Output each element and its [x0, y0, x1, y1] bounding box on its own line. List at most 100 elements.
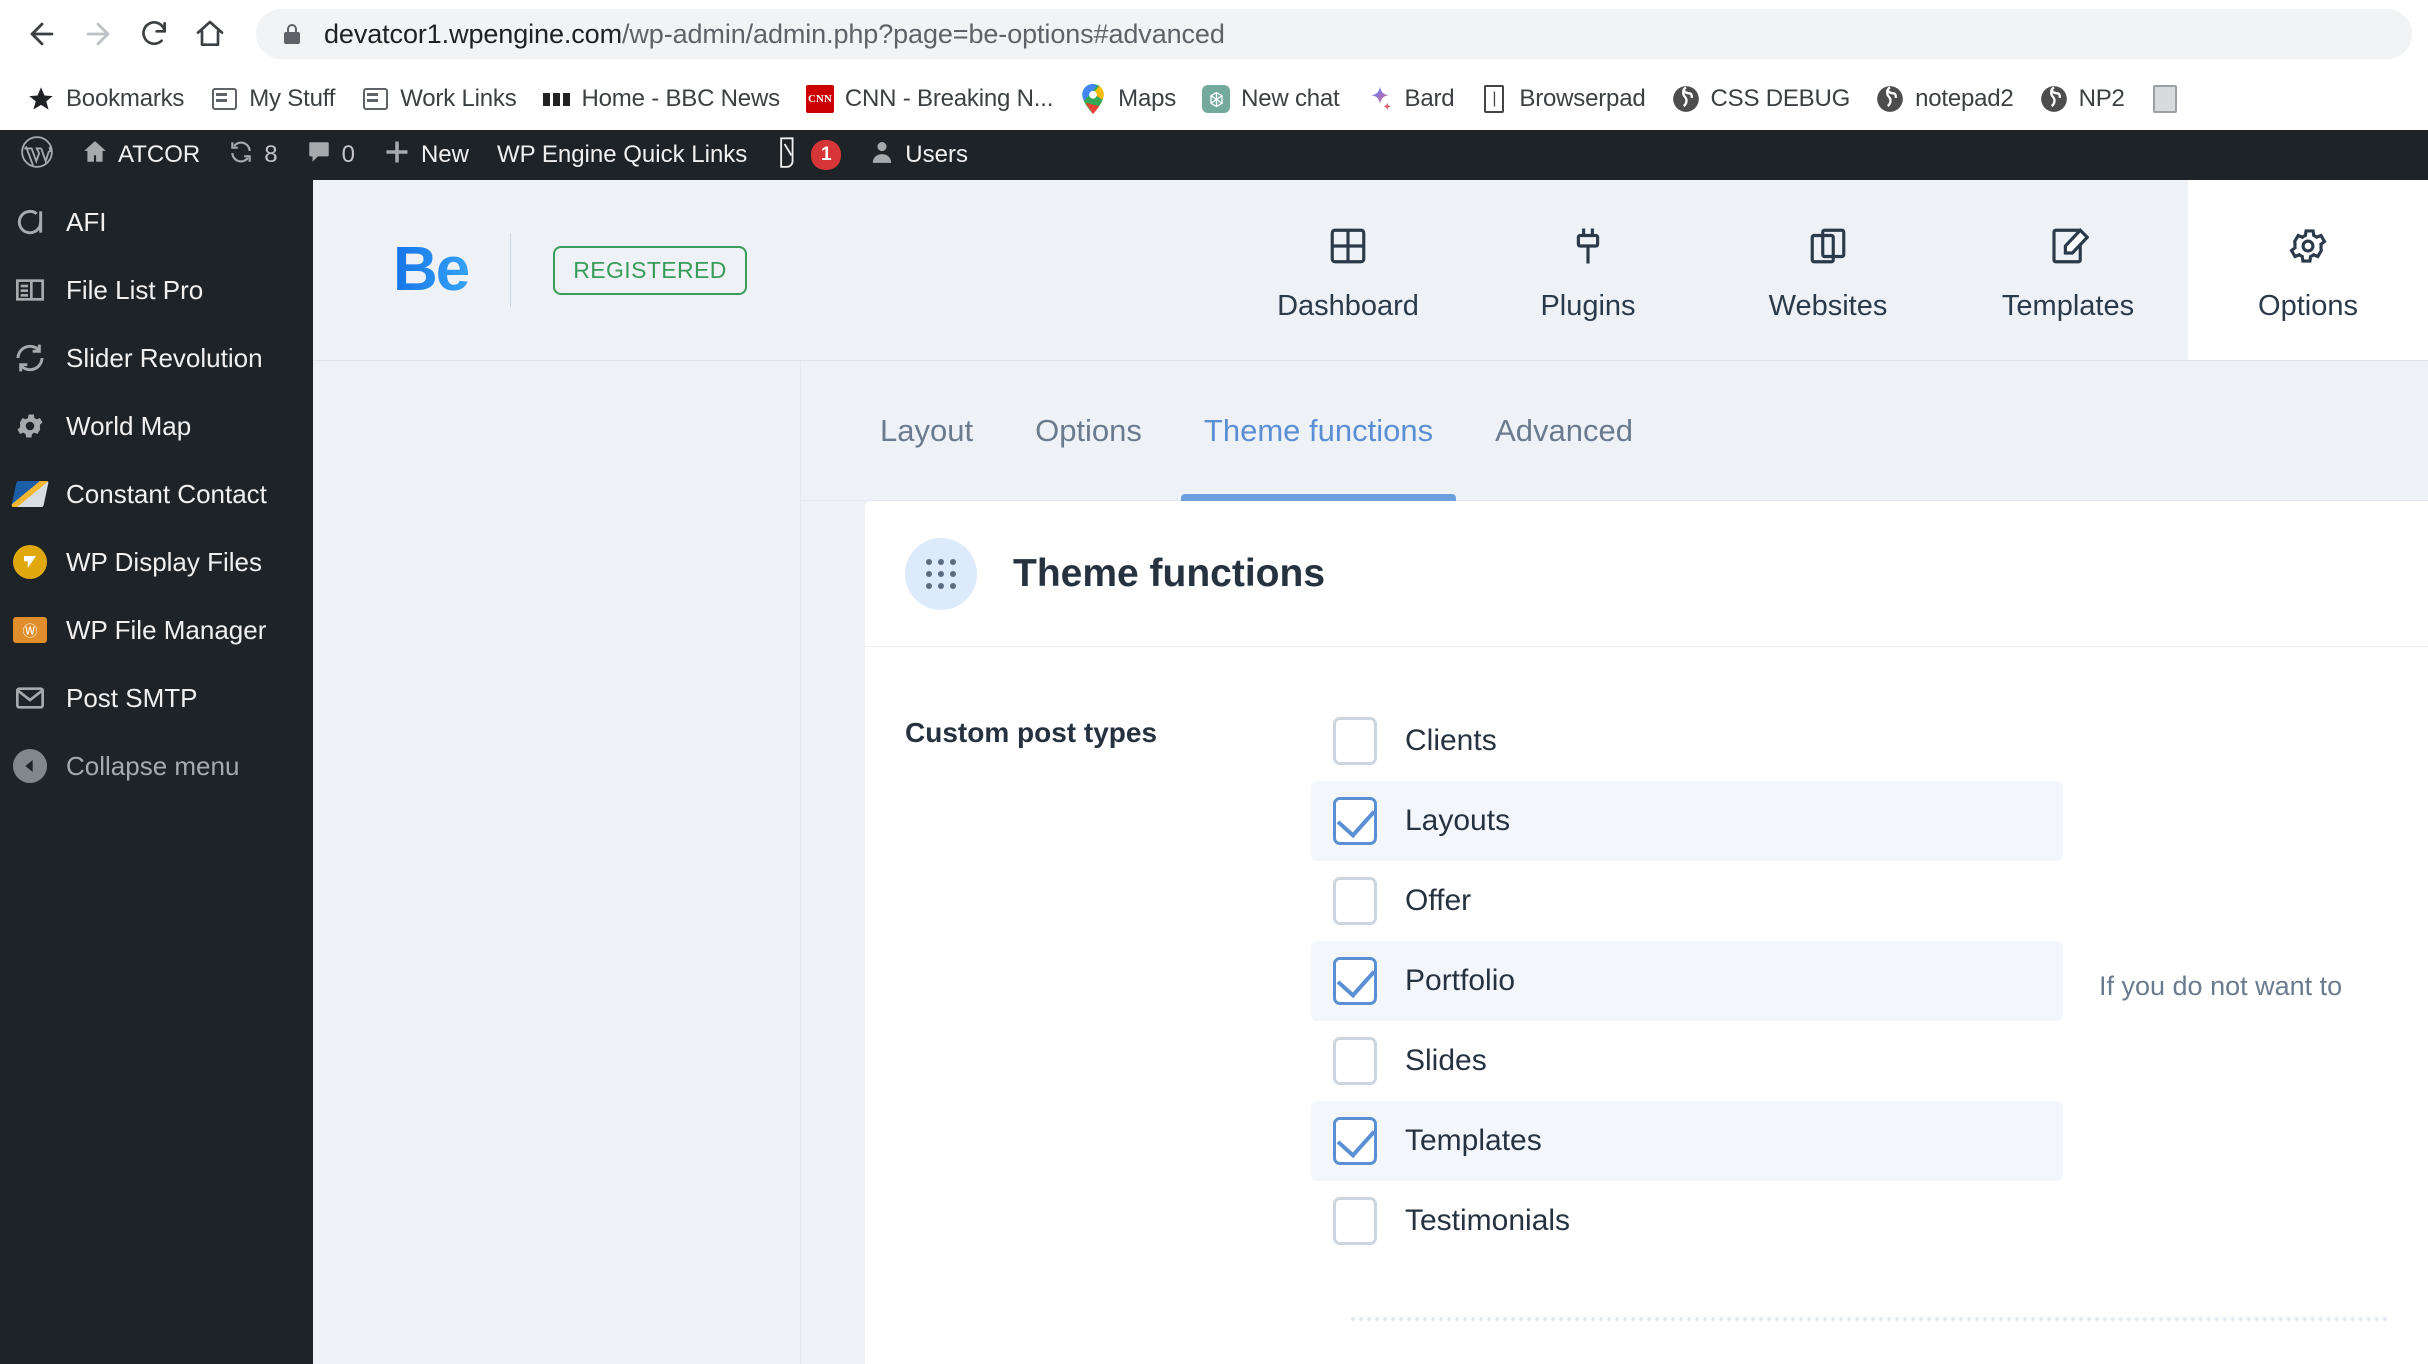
- bookmark-bookmarks[interactable]: Bookmarks: [14, 75, 197, 123]
- edit-document-icon: [2047, 218, 2089, 274]
- checkbox-row-offer[interactable]: Offer: [1311, 861, 2063, 941]
- tab-theme-functions[interactable]: Theme functions: [1173, 361, 1464, 501]
- bookmark-work-links[interactable]: Work Links: [348, 75, 529, 123]
- bookmarks-bar: Bookmarks My Stuff Work Links Home - BBC…: [0, 68, 2428, 130]
- globe-icon: [1876, 85, 1904, 113]
- checkbox-clients[interactable]: [1333, 717, 1377, 766]
- reload-icon[interactable]: [126, 6, 182, 62]
- sidebar-item-world-map[interactable]: World Map: [0, 392, 313, 460]
- tab-options[interactable]: Options: [1004, 361, 1173, 501]
- bookmark-overflow[interactable]: [2138, 75, 2192, 123]
- custom-post-types-field: Custom post types Clients Layouts Offer …: [865, 647, 2428, 1261]
- checkbox-label: Clients: [1405, 724, 1497, 758]
- wp-display-files-icon: [12, 544, 48, 580]
- tab-layout[interactable]: Layout: [849, 361, 1004, 501]
- cnn-icon: CNN: [805, 85, 834, 113]
- site-name-label: ATCOR: [118, 141, 201, 168]
- refresh-icon: [12, 340, 48, 376]
- checkbox-row-templates[interactable]: Templates: [1311, 1101, 2063, 1182]
- nav-label: Plugins: [1540, 289, 1636, 322]
- tab-label: Layout: [880, 412, 974, 448]
- checkbox-row-portfolio[interactable]: Portfolio: [1311, 941, 2063, 1022]
- be-body: Layout Options Theme functions Advanced …: [313, 361, 2428, 1364]
- tab-advanced[interactable]: Advanced: [1464, 361, 1664, 501]
- be-top-nav: Dashboard Plugins Websites Templates Opt…: [1228, 180, 2428, 361]
- brand-divider: [510, 233, 512, 308]
- nav-templates[interactable]: Templates: [1948, 180, 2188, 360]
- bookmark-label: CSS DEBUG: [1710, 85, 1851, 112]
- sidebar-item-constant-contact[interactable]: Constant Contact: [0, 460, 313, 528]
- wpengine-quick-links-menu[interactable]: WP Engine Quick Links: [483, 130, 761, 180]
- bookmark-notepad2[interactable]: notepad2: [1863, 75, 2027, 123]
- checkbox-layouts[interactable]: [1333, 797, 1377, 846]
- wp-logo-menu[interactable]: [6, 130, 68, 180]
- plus-icon: [383, 138, 411, 173]
- yoast-icon: [775, 136, 801, 175]
- nav-plugins[interactable]: Plugins: [1468, 180, 1708, 360]
- bookmark-label: Bard: [1404, 85, 1455, 112]
- sidebar-item-wp-file-manager[interactable]: Ⓦ WP File Manager: [0, 596, 313, 664]
- custom-post-types-checklist: Clients Layouts Offer Portfolio Slides T…: [1311, 701, 2063, 1261]
- folder-icon: [210, 85, 238, 113]
- bookmark-css-debug[interactable]: CSS DEBUG: [1659, 75, 1864, 123]
- sidebar-item-afi[interactable]: AFI: [0, 188, 313, 256]
- bookmark-maps[interactable]: Maps: [1066, 75, 1189, 123]
- wp-sidebar: AFI File List Pro Slider Revolution Worl…: [0, 180, 313, 1364]
- page-title: Theme functions: [1013, 551, 1326, 595]
- nav-options[interactable]: Options: [2188, 180, 2428, 361]
- checkbox-templates[interactable]: [1333, 1117, 1377, 1166]
- checkbox-portfolio[interactable]: [1333, 957, 1377, 1006]
- browser-toolbar: devatcor1.wpengine.com/wp-admin/admin.ph…: [0, 0, 2428, 68]
- site-name-menu[interactable]: ATCOR: [68, 130, 214, 180]
- bookmark-bbc-news[interactable]: Home - BBC News: [530, 75, 793, 123]
- nav-websites[interactable]: Websites: [1708, 180, 1948, 360]
- bookmark-label: Bookmarks: [66, 85, 185, 112]
- sidebar-item-label: Slider Revolution: [66, 342, 263, 373]
- sidebar-collapse-menu[interactable]: Collapse menu: [0, 732, 313, 800]
- checkbox-offer[interactable]: [1333, 877, 1377, 926]
- maps-pin-icon: [1079, 84, 1107, 114]
- comments-count: 0: [341, 141, 355, 168]
- bookmark-np2[interactable]: NP2: [2027, 75, 2138, 123]
- file-list-icon: [12, 272, 48, 308]
- sidebar-item-file-list-pro[interactable]: File List Pro: [0, 256, 313, 324]
- home-icon[interactable]: [182, 6, 238, 62]
- checkbox-testimonials[interactable]: [1333, 1197, 1377, 1246]
- updates-menu[interactable]: 8: [214, 130, 291, 180]
- wordpress-icon: [20, 135, 54, 176]
- bookmark-my-stuff[interactable]: My Stuff: [197, 75, 348, 123]
- sidebar-item-label: File List Pro: [66, 274, 204, 305]
- url-host: devatcor1.wpengine.com: [324, 18, 622, 49]
- constant-contact-icon: [11, 476, 49, 512]
- tab-label: Options: [1035, 412, 1142, 448]
- address-bar[interactable]: devatcor1.wpengine.com/wp-admin/admin.ph…: [256, 9, 2412, 59]
- bookmark-label: notepad2: [1915, 85, 2014, 112]
- checkbox-row-clients[interactable]: Clients: [1311, 701, 2063, 781]
- users-menu[interactable]: Users: [855, 130, 982, 180]
- bookmark-label: Maps: [1118, 85, 1177, 112]
- sidebar-item-post-smtp[interactable]: Post SMTP: [0, 664, 313, 732]
- bookmark-cnn[interactable]: CNN CNN - Breaking N...: [793, 75, 1066, 123]
- bookmark-new-chat[interactable]: New chat: [1189, 75, 1352, 123]
- comments-menu[interactable]: 0: [292, 130, 369, 180]
- users-label: Users: [905, 141, 968, 168]
- collapse-arrow-icon: [12, 748, 48, 784]
- nav-label: Options: [2258, 289, 2358, 322]
- bookmark-bard[interactable]: Bard: [1353, 75, 1468, 123]
- checkbox-row-testimonials[interactable]: Testimonials: [1311, 1181, 2063, 1261]
- yoast-seo-menu[interactable]: 1: [761, 130, 855, 180]
- status-badge: REGISTERED: [553, 245, 747, 295]
- checkbox-row-slides[interactable]: Slides: [1311, 1021, 2063, 1101]
- sidebar-item-slider-revolution[interactable]: Slider Revolution: [0, 324, 313, 392]
- checkbox-slides[interactable]: [1333, 1037, 1377, 1086]
- forward-arrow-icon[interactable]: [70, 6, 126, 62]
- nav-dashboard[interactable]: Dashboard: [1228, 180, 1468, 360]
- field-label: Custom post types: [905, 717, 1158, 749]
- checkbox-row-layouts[interactable]: Layouts: [1311, 781, 2063, 862]
- sidebar-item-wp-display-files[interactable]: WP Display Files: [0, 528, 313, 596]
- back-arrow-icon[interactable]: [14, 6, 70, 62]
- browser-chrome: devatcor1.wpengine.com/wp-admin/admin.ph…: [0, 0, 2428, 130]
- new-content-menu[interactable]: New: [369, 130, 483, 180]
- bookmark-browserpad[interactable]: | Browserpad: [1467, 75, 1658, 123]
- theme-functions-panel: Theme functions Custom post types Client…: [865, 501, 2428, 1364]
